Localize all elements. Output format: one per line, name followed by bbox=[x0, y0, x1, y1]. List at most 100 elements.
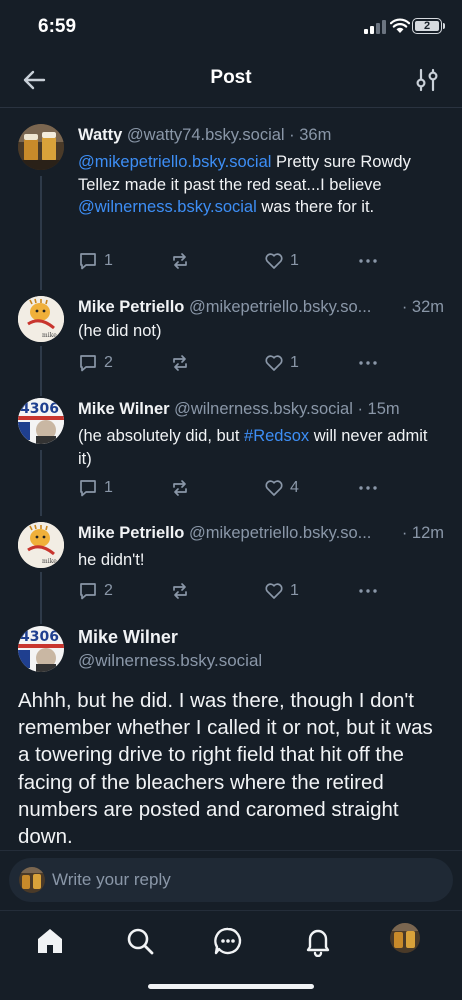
ellipsis-icon bbox=[359, 259, 377, 263]
post-author-line: Watty @watty74.bsky.social · 36m bbox=[78, 124, 448, 146]
reply-button[interactable]: 2 bbox=[78, 579, 113, 603]
reply-count: 1 bbox=[104, 252, 113, 269]
like-count: 1 bbox=[290, 582, 299, 599]
wifi-icon bbox=[390, 18, 410, 33]
avatar-text: 4306 bbox=[20, 401, 59, 417]
repost-icon bbox=[173, 480, 187, 496]
repost-button[interactable] bbox=[170, 249, 190, 273]
speech-bubble-icon bbox=[80, 583, 96, 600]
heart-icon bbox=[265, 355, 283, 371]
post-author-line: Mike Petriello @mikepetriello.bsky.so... bbox=[78, 296, 380, 318]
post-text: he didn't! bbox=[78, 549, 432, 572]
reply-placeholder: Write your reply bbox=[52, 870, 171, 889]
bell-icon[interactable] bbox=[302, 925, 334, 957]
post-author-line: Mike Wilner @wilnerness.bsky.social · 15… bbox=[78, 398, 448, 420]
post-text-segment: (he did not) bbox=[78, 322, 162, 340]
svg-text:mike: mike bbox=[42, 558, 57, 565]
author-handle[interactable]: @wilnerness.bsky.social · 15m bbox=[174, 400, 400, 418]
hashtag-link[interactable]: #Redsox bbox=[244, 427, 309, 445]
avatar bbox=[19, 867, 45, 893]
like-button[interactable]: 4 bbox=[264, 476, 299, 500]
like-count: 1 bbox=[290, 354, 299, 371]
like-button[interactable]: 1 bbox=[264, 249, 299, 273]
like-button[interactable]: 1 bbox=[264, 579, 299, 603]
page-title: Post bbox=[210, 67, 252, 88]
post-text: (he absolutely did, but #Redsox will nev… bbox=[78, 425, 432, 470]
more-options-button[interactable] bbox=[358, 579, 378, 603]
main-post-author-handle[interactable]: @wilnerness.bsky.social bbox=[78, 651, 262, 671]
post-author-line: Mike Petriello @mikepetriello.bsky.so... bbox=[78, 522, 380, 544]
thread-post[interactable]: mike Mike Petriello @mikepetriello.bsky.… bbox=[0, 296, 462, 386]
like-count: 1 bbox=[290, 252, 299, 269]
speech-bubble-icon bbox=[80, 355, 96, 372]
sliders-icon[interactable] bbox=[414, 66, 440, 94]
post-text-segment: (he absolutely did, but bbox=[78, 427, 245, 445]
reply-count: 2 bbox=[104, 582, 113, 599]
like-button[interactable]: 1 bbox=[264, 351, 299, 375]
repost-button[interactable] bbox=[170, 351, 190, 375]
cellular-signal-icon bbox=[364, 20, 386, 34]
reply-input[interactable]: Write your reply bbox=[9, 858, 453, 902]
post-text: @mikepetriello.bsky.social Pretty sure R… bbox=[78, 151, 432, 219]
more-options-button[interactable] bbox=[358, 351, 378, 375]
reply-composer: Write your reply bbox=[0, 850, 462, 910]
avatar[interactable] bbox=[18, 124, 64, 170]
avatar[interactable]: mike bbox=[18, 522, 64, 568]
reply-button[interactable]: 1 bbox=[78, 476, 113, 500]
author-handle[interactable]: @watty74.bsky.social · 36m bbox=[127, 126, 331, 144]
ellipsis-icon bbox=[359, 361, 377, 365]
reply-count: 2 bbox=[104, 354, 113, 371]
author-name[interactable]: Mike Petriello bbox=[78, 298, 184, 316]
post-actions: 2 1 bbox=[78, 579, 388, 603]
home-indicator bbox=[148, 984, 314, 989]
heart-icon bbox=[265, 480, 283, 496]
speech-bubble-icon bbox=[80, 253, 96, 270]
search-icon[interactable] bbox=[124, 925, 156, 957]
author-name[interactable]: Watty bbox=[78, 126, 122, 144]
battery-icon: 2 bbox=[412, 18, 442, 34]
ellipsis-icon bbox=[359, 486, 377, 490]
heart-icon bbox=[265, 583, 283, 599]
reply-count: 1 bbox=[104, 479, 113, 496]
status-time: 6:59 bbox=[38, 16, 77, 37]
battery-nub bbox=[443, 23, 445, 29]
thread-post[interactable]: mike Mike Petriello @mikepetriello.bsky.… bbox=[0, 522, 462, 612]
post-time: · 12m bbox=[401, 524, 444, 542]
post-time: · 32m bbox=[401, 298, 444, 316]
post-text: (he did not) bbox=[78, 320, 432, 343]
svg-text:mike: mike bbox=[42, 332, 57, 339]
repost-icon bbox=[173, 583, 187, 599]
mention-link[interactable]: @mikepetriello.bsky.social bbox=[78, 153, 271, 171]
home-icon[interactable] bbox=[34, 925, 66, 957]
speech-bubble-icon bbox=[80, 480, 96, 497]
chat-icon[interactable] bbox=[212, 925, 244, 957]
author-name[interactable]: Mike Petriello bbox=[78, 524, 184, 542]
thread-post[interactable]: 4306 Mike Wilner @wilnerness.bsky.social… bbox=[0, 398, 462, 510]
author-name[interactable]: Mike Wilner bbox=[78, 400, 170, 418]
profile-avatar[interactable] bbox=[390, 923, 420, 953]
avatar-text: 4306 bbox=[20, 629, 59, 645]
ellipsis-icon bbox=[359, 589, 377, 593]
post-actions: 1 1 bbox=[78, 249, 388, 273]
post-actions: 1 4 bbox=[78, 476, 388, 500]
reply-button[interactable]: 1 bbox=[78, 249, 113, 273]
avatar[interactable]: mike bbox=[18, 296, 64, 342]
more-options-button[interactable] bbox=[358, 476, 378, 500]
like-count: 4 bbox=[290, 479, 299, 496]
reply-button[interactable]: 2 bbox=[78, 351, 113, 375]
repost-button[interactable] bbox=[170, 476, 190, 500]
main-post-text: Ahhh, but he did. I was there, though I … bbox=[18, 689, 433, 849]
main-post-avatar[interactable]: 4306 bbox=[18, 626, 64, 672]
repost-icon bbox=[173, 253, 187, 269]
post-actions: 2 1 bbox=[78, 351, 388, 375]
post-text-segment: he didn't! bbox=[78, 551, 145, 569]
thread-post[interactable]: Watty @watty74.bsky.social · 36m @mikepe… bbox=[0, 124, 462, 284]
more-options-button[interactable] bbox=[358, 249, 378, 273]
main-post-author-name[interactable]: Mike Wilner bbox=[78, 627, 178, 648]
post-text-segment: was there for it. bbox=[256, 198, 375, 216]
author-handle[interactable]: @mikepetriello.bsky.so... bbox=[189, 298, 371, 316]
mention-link[interactable]: @wilnerness.bsky.social bbox=[78, 198, 257, 216]
author-handle[interactable]: @mikepetriello.bsky.so... bbox=[189, 524, 371, 542]
avatar[interactable]: 4306 bbox=[18, 398, 64, 444]
repost-button[interactable] bbox=[170, 579, 190, 603]
